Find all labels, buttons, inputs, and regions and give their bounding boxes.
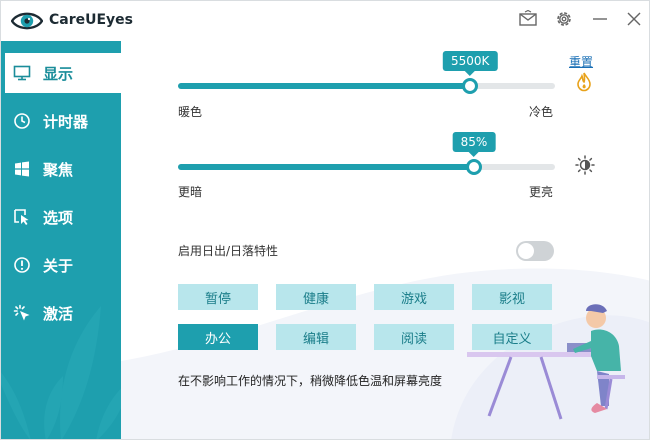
sparkle-icon	[13, 304, 31, 322]
mail-icon	[519, 10, 537, 26]
mode-description: 在不影响工作的情况下，稍微降低色温和屏幕亮度	[178, 374, 443, 388]
sidebar-item-options[interactable]: 选项	[1, 197, 121, 237]
close-icon	[627, 12, 641, 26]
temperature-slider[interactable]	[178, 78, 555, 94]
sidebar: 显示 计时器 聚焦 选项 关于 激活	[1, 41, 121, 439]
sidebar-item-focus[interactable]: 聚焦	[1, 149, 121, 189]
clock-icon	[13, 112, 31, 130]
sidebar-item-timer[interactable]: 计时器	[1, 101, 121, 141]
windows-icon	[13, 160, 31, 178]
sidebar-item-activate[interactable]: 激活	[1, 293, 121, 333]
title-bar: CareUEyes	[1, 1, 649, 41]
sidebar-item-label: 显示	[43, 64, 74, 83]
temperature-slider-fill	[178, 83, 471, 89]
toggle-knob	[518, 243, 534, 259]
minimize-button[interactable]	[587, 7, 613, 31]
warm-label: 暖色	[178, 105, 203, 119]
brightness-slider[interactable]	[178, 159, 555, 175]
info-icon	[13, 256, 31, 274]
sidebar-item-label: 计时器	[43, 112, 89, 131]
settings-button[interactable]	[551, 7, 577, 31]
sunrise-sunset-label: 启用日出/日落特性	[178, 244, 279, 258]
gear-icon	[557, 12, 571, 26]
temperature-value-bubble: 5500K	[442, 51, 498, 76]
app-title: CareUEyes	[49, 12, 134, 28]
cool-label: 冷色	[529, 105, 554, 119]
mode-reading-button[interactable]: 阅读	[374, 324, 454, 350]
app-window: CareUEyes 显示 计时器 聚焦 选项 关于 激活 重置 5500K 暖色…	[0, 0, 650, 440]
reset-link[interactable]: 重置	[569, 53, 593, 70]
mode-movie-button[interactable]: 影视	[472, 284, 552, 310]
display-panel: 重置 5500K 暖色 冷色 85% 更暗 更亮 启用日出/日落特性 暂停 健康…	[121, 41, 649, 439]
sidebar-item-label: 激活	[43, 304, 74, 323]
mode-game-button[interactable]: 游戏	[374, 284, 454, 310]
close-button[interactable]	[621, 7, 647, 31]
eye-logo-icon	[10, 10, 44, 32]
monitor-icon	[13, 64, 31, 82]
mode-office-button[interactable]: 办公	[178, 324, 258, 350]
sidebar-item-label: 关于	[43, 256, 74, 275]
mail-button[interactable]	[515, 7, 541, 31]
sidebar-item-display[interactable]: 显示	[5, 53, 121, 93]
cursor-icon	[13, 208, 31, 226]
brightness-slider-fill	[178, 164, 474, 170]
sun-icon	[575, 155, 595, 179]
sidebar-item-label: 选项	[43, 208, 74, 227]
brightness-value-bubble: 85%	[452, 132, 496, 157]
mode-pause-button[interactable]: 暂停	[178, 284, 258, 310]
brightness-slider-knob[interactable]	[465, 159, 482, 175]
sunrise-sunset-toggle[interactable]	[516, 241, 554, 261]
sidebar-item-about[interactable]: 关于	[1, 245, 121, 285]
minimize-icon	[593, 18, 607, 20]
mode-health-button[interactable]: 健康	[276, 284, 356, 310]
sidebar-item-label: 聚焦	[43, 160, 74, 179]
mode-edit-button[interactable]: 编辑	[276, 324, 356, 350]
darker-label: 更暗	[178, 185, 203, 199]
brighter-label: 更亮	[529, 185, 554, 199]
flame-icon	[575, 72, 593, 96]
mode-custom-button[interactable]: 自定义	[472, 324, 552, 350]
